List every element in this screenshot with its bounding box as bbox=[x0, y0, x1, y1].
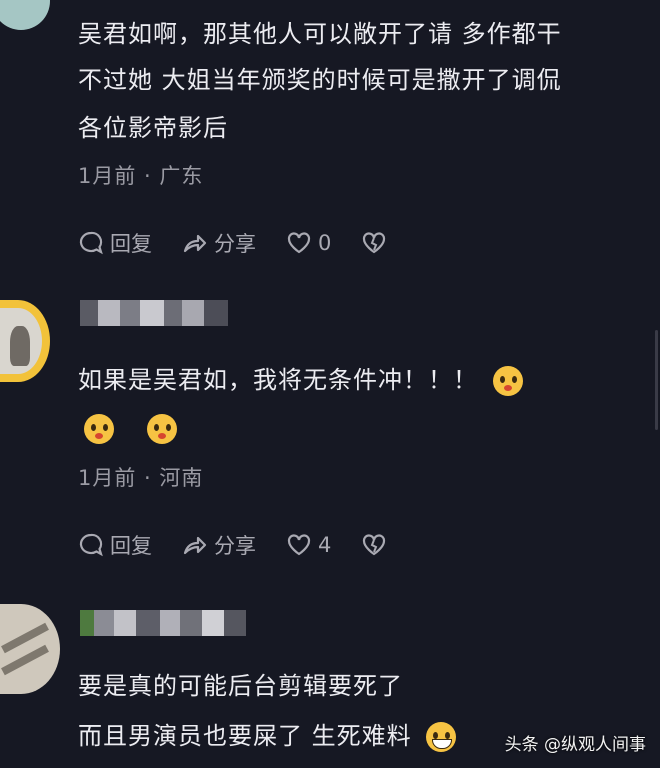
share-label: 分享 bbox=[214, 232, 256, 256]
share-icon bbox=[183, 234, 207, 253]
reply-label: 回复 bbox=[110, 534, 152, 558]
dislike-button[interactable] bbox=[361, 532, 387, 558]
username-blurred[interactable] bbox=[80, 610, 246, 636]
reply-icon bbox=[79, 533, 103, 557]
comment-text-line: 吴君如啊，那其他人可以敞开了请 多作都干 bbox=[78, 20, 562, 48]
share-button[interactable]: 分享 bbox=[182, 228, 256, 258]
like-count: 0 bbox=[318, 231, 332, 255]
comment-text: 而且男演员也要屎了 生死难料 bbox=[78, 722, 412, 750]
watermark: 头条 @纵观人间事 bbox=[504, 735, 646, 755]
shocked-emoji-icon bbox=[492, 366, 523, 396]
avatar[interactable] bbox=[0, 604, 60, 694]
comment-meta: 1月前 · 河南 bbox=[78, 466, 204, 490]
username-blurred[interactable] bbox=[80, 300, 228, 326]
scrollbar[interactable] bbox=[655, 330, 658, 430]
comment-actions: 回复 分享 0 bbox=[78, 228, 417, 258]
comment-text: 如果是吴君如，我将无条件冲！！！ bbox=[78, 366, 478, 394]
like-count: 4 bbox=[318, 533, 332, 557]
comment-text-line: 如果是吴君如，我将无条件冲！！！ bbox=[78, 358, 529, 402]
reply-label: 回复 bbox=[110, 232, 152, 256]
like-button[interactable]: 0 bbox=[286, 230, 331, 256]
like-button[interactable]: 4 bbox=[286, 532, 331, 558]
broken-heart-icon bbox=[363, 534, 386, 556]
avatar[interactable] bbox=[0, 300, 50, 382]
broken-heart-icon bbox=[363, 232, 386, 254]
reply-icon bbox=[79, 231, 103, 255]
comment-text-line: 不过她 大姐当年颁奖的时候可是撒开了调侃 bbox=[78, 66, 562, 94]
grin-emoji-icon bbox=[426, 722, 457, 752]
share-label: 分享 bbox=[214, 534, 256, 558]
heart-icon bbox=[287, 534, 311, 556]
comment-actions: 回复 分享 4 bbox=[78, 530, 417, 560]
share-icon bbox=[183, 536, 207, 555]
comment-text-line: 要是真的可能后台剪辑要死了 bbox=[78, 672, 403, 700]
dislike-button[interactable] bbox=[361, 230, 387, 256]
comment-meta: 1月前 · 广东 bbox=[78, 164, 204, 188]
avatar[interactable] bbox=[0, 0, 50, 30]
heart-icon bbox=[287, 232, 311, 254]
reply-button[interactable]: 回复 bbox=[78, 228, 152, 258]
shocked-emoji-icon bbox=[84, 414, 114, 444]
shocked-emoji-icon bbox=[146, 414, 177, 444]
comment-text-line: 而且男演员也要屎了 生死难料 bbox=[78, 714, 462, 758]
comment-emoji-line bbox=[78, 406, 183, 450]
reply-button[interactable]: 回复 bbox=[78, 530, 152, 560]
comment-text-line: 各位影帝影后 bbox=[78, 114, 228, 142]
share-button[interactable]: 分享 bbox=[182, 530, 256, 560]
